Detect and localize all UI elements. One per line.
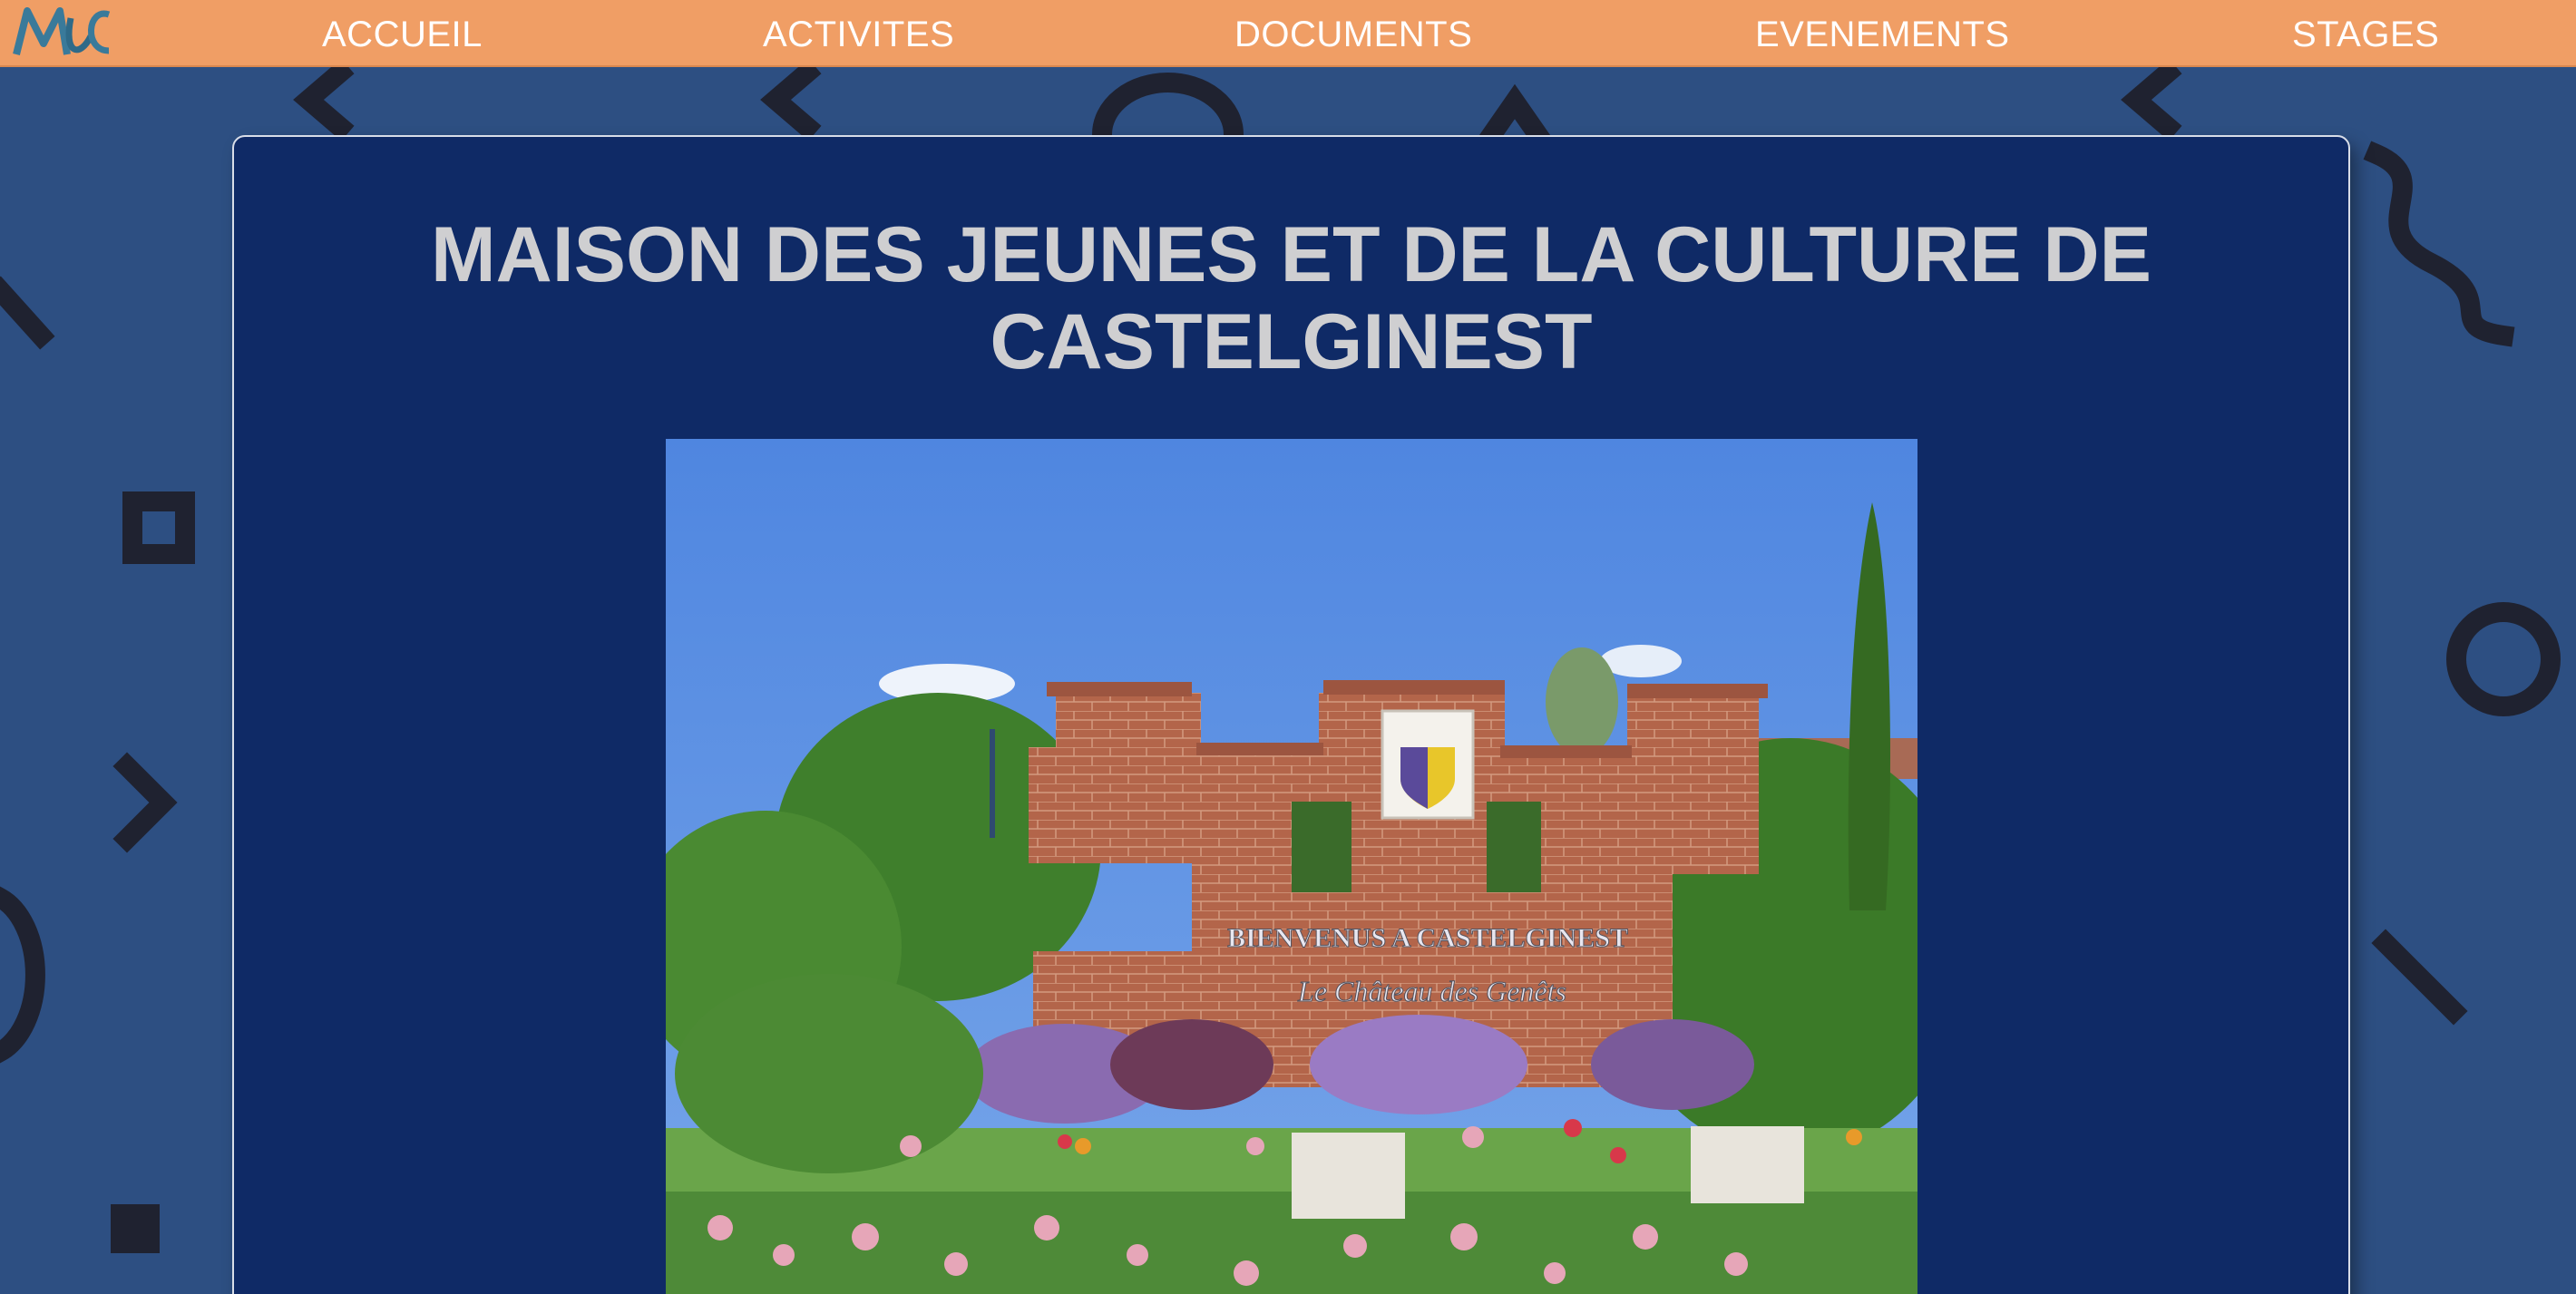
square-shape xyxy=(111,1204,160,1253)
squiggle-shape xyxy=(2363,141,2515,347)
nav-item-accueil[interactable]: ACCUEIL xyxy=(322,0,483,67)
content-panel: MAISON DES JEUNES ET DE LA CULTURE DE CA… xyxy=(232,135,2350,1294)
nav-item-documents[interactable]: DOCUMENTS xyxy=(1234,0,1472,67)
mjc-logo[interactable] xyxy=(7,0,116,67)
sign-line-2: Le Château des Genêts xyxy=(1297,975,1566,1007)
chevron-left-shape xyxy=(760,58,822,141)
chevron-left-shape xyxy=(2121,58,2182,141)
circle-shape xyxy=(1091,73,1244,145)
sign-line-1: BIENVENUS A CASTELGINEST xyxy=(1227,923,1628,953)
top-navigation: ACCUEIL ACTIVITES DOCUMENTS EVENEMENTS S… xyxy=(0,0,2576,67)
nav-item-activites[interactable]: ACTIVITES xyxy=(763,0,954,67)
line-shape xyxy=(2371,929,2468,1026)
nav-item-stages[interactable]: STAGES xyxy=(2292,0,2439,67)
photo-illustration: BIENVENUS A CASTELGINEST Le Château des … xyxy=(666,439,1917,1294)
page-title: MAISON DES JEUNES ET DE LA CULTURE DE CA… xyxy=(431,211,2152,385)
square-outline-shape xyxy=(122,491,195,564)
nav-item-evenements[interactable]: EVENEMENTS xyxy=(1755,0,2010,67)
circle-shape xyxy=(2446,602,2561,716)
triangle-shape xyxy=(1478,83,1552,149)
chevron-right-shape xyxy=(112,752,178,853)
castelginest-welcome-photo: BIENVENUS A CASTELGINEST Le Château des … xyxy=(666,439,1917,1294)
circle-shape xyxy=(0,886,45,1064)
line-shape xyxy=(0,276,55,350)
chevron-left-shape xyxy=(293,58,355,141)
